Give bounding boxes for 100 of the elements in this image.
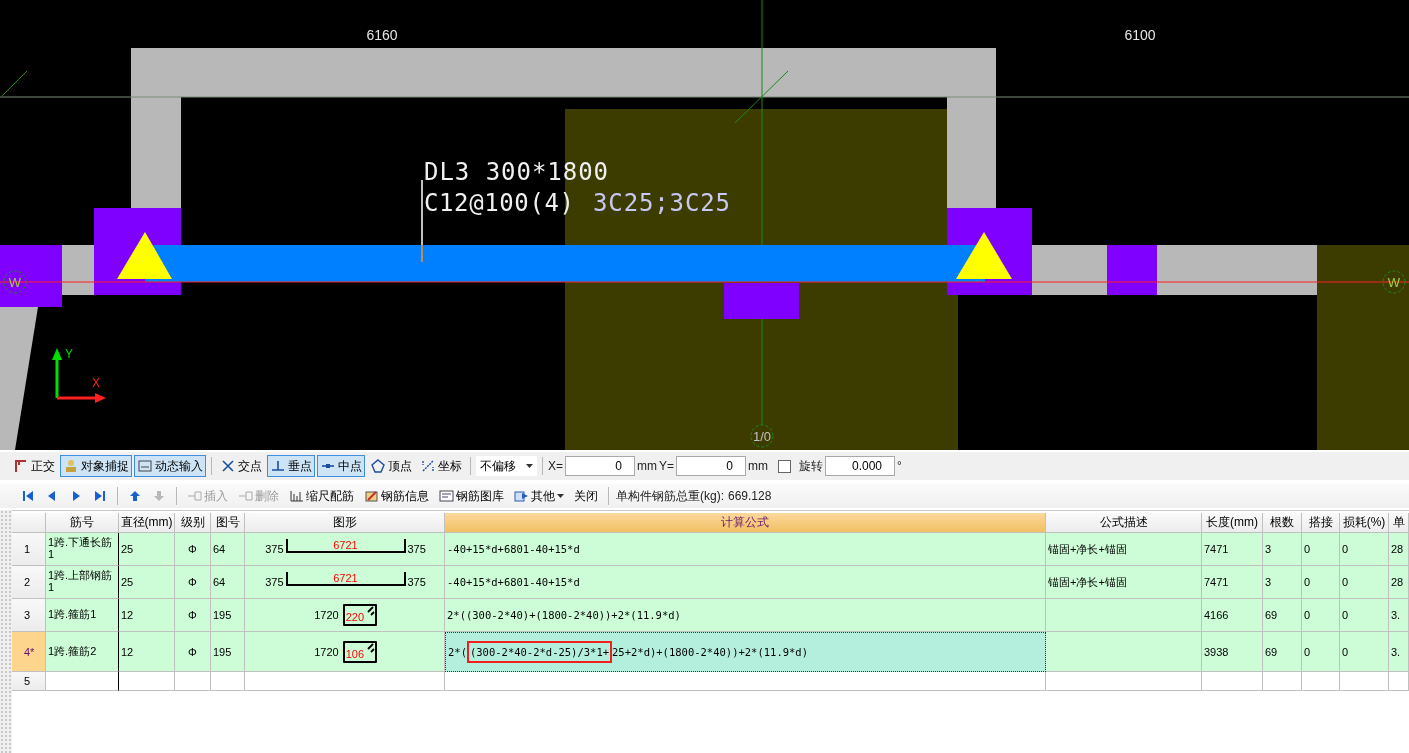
column-header[interactable]: 计算公式 <box>445 513 1046 533</box>
other-menu-button[interactable]: 其他 <box>511 485 567 507</box>
total-weight-label: 单构件钢筋总重(kg): <box>616 487 724 505</box>
x-field[interactable]: 0 <box>565 456 635 476</box>
formula-cell[interactable]: -40+15*d+6801-40+15*d <box>445 533 1046 566</box>
move-up-icon[interactable] <box>128 489 142 503</box>
beam-label: DL3 300*1800 <box>424 158 608 186</box>
formula-text: 2*( (300-2*40-2*d-25)/3*1+ 25+2*d)+(1800-2*40))+2*(11.9*d) <box>448 640 808 664</box>
cell-text: 锚固+净长+锚固 <box>1048 574 1127 590</box>
column-header[interactable]: 长度(mm) <box>1202 513 1263 533</box>
ortho-icon <box>13 458 29 474</box>
export-icon <box>514 489 529 503</box>
dimension-text: 6721 <box>333 572 358 584</box>
cell-text: 12 <box>121 645 134 658</box>
stirrup-drawing: 220 <box>342 604 377 626</box>
cell-text: 25 <box>121 576 134 588</box>
dynamic-input-button[interactable]: 动态输入 <box>134 455 206 477</box>
formula-cell[interactable]: 2*( (300-2*40-2*d-25)/3*1+ 25+2*d)+(1800-2*40))+2*(11.9*d) <box>445 632 1046 672</box>
column-header[interactable]: 图号 <box>211 513 245 533</box>
cell-text: 7471 <box>1204 576 1229 588</box>
intersection-snap-button[interactable]: 交点 <box>217 455 265 477</box>
dimension-text: 375 <box>407 543 426 555</box>
dimension-label: 6100 <box>1124 27 1156 43</box>
column-header[interactable]: 直径(mm) <box>119 513 175 533</box>
ortho-button[interactable]: 正交 <box>10 455 58 477</box>
cell-text: 64 <box>213 543 226 555</box>
hand-icon <box>63 458 79 474</box>
row-header[interactable]: 5 <box>12 672 46 691</box>
midpoint-snap-button[interactable]: 中点 <box>317 455 365 477</box>
cell-text: 3 <box>1265 543 1272 555</box>
tick-mark <box>1 70 28 97</box>
coordinate-icon <box>420 458 436 474</box>
caret-icon <box>557 494 564 498</box>
cell-text: Φ <box>188 609 197 621</box>
column-header[interactable]: 公式描述 <box>1046 513 1202 533</box>
dimension-text: 6721 <box>333 539 358 551</box>
cell-text: 3. <box>1391 609 1401 621</box>
last-icon[interactable] <box>93 489 107 503</box>
rotate-checkbox[interactable] <box>778 459 792 473</box>
dimension-text: 1720 <box>314 609 339 621</box>
cell-text: 0 <box>1342 645 1349 658</box>
row-header[interactable]: 1 <box>12 533 46 566</box>
formula-cell[interactable]: 2*((300-2*40)+(1800-2*40))+2*(11.9*d) <box>445 599 1046 632</box>
support-triangle <box>117 232 172 279</box>
cell-text: 3 <box>1265 576 1272 588</box>
close-button[interactable]: 关闭 <box>571 485 601 507</box>
cell-text: 7471 <box>1204 543 1229 555</box>
cell-text: 195 <box>213 645 232 658</box>
dimension-text: 375 <box>407 576 426 588</box>
resize-grip[interactable] <box>0 510 12 753</box>
column-header[interactable]: 搭接 <box>1302 513 1340 533</box>
total-weight-value: 669.128 <box>728 489 772 503</box>
first-icon[interactable] <box>21 489 35 503</box>
coordinate-button[interactable]: 坐标 <box>417 455 465 477</box>
dimension-text: 1720 <box>314 645 339 658</box>
rebar-info-icon <box>364 489 379 503</box>
row-header[interactable]: 3 <box>12 599 46 632</box>
vertex-snap-button[interactable]: 顶点 <box>367 455 415 477</box>
column-header[interactable]: 根数 <box>1263 513 1302 533</box>
dimension-text: 375 <box>265 543 284 555</box>
row-header[interactable]: 2 <box>12 566 46 599</box>
cell-text: 195 <box>213 609 232 621</box>
bar-chart-icon <box>289 489 304 503</box>
rebar-info-button[interactable]: 钢筋信息 <box>361 485 432 507</box>
column-header[interactable]: 级别 <box>175 513 211 533</box>
formula-text: 2*((300-2*40)+(1800-2*40))+2*(11.9*d) <box>447 608 681 623</box>
offset-dropdown[interactable]: 不偏移 <box>476 456 537 476</box>
rotate-field[interactable]: 0.000 <box>825 456 896 476</box>
column-header[interactable]: 筋号 <box>46 513 119 533</box>
cell-text: 0 <box>1304 645 1311 658</box>
cell-text: 1跨.箍筋1 <box>48 609 97 621</box>
cell-text: 25 <box>121 543 134 555</box>
degree-label: ° <box>897 459 902 473</box>
cell-text: Φ <box>188 576 197 588</box>
cell-text: 0 <box>1304 609 1311 621</box>
cell-text: Φ <box>188 543 197 555</box>
scale-rebar-button[interactable]: 缩尺配筋 <box>286 485 357 507</box>
unit-label: mm <box>637 459 657 473</box>
object-snap-button[interactable]: 对象捕捉 <box>60 455 132 477</box>
pentagon-icon <box>370 458 386 474</box>
column-header[interactable]: 单 <box>1389 513 1409 533</box>
perpendicular-snap-button[interactable]: 垂点 <box>267 455 315 477</box>
formula-cell[interactable]: -40+15*d+6801-40+15*d <box>445 566 1046 599</box>
support-triangle <box>956 232 1012 279</box>
delete-icon <box>238 489 253 503</box>
rebar-library-button[interactable]: 钢筋图库 <box>436 485 507 507</box>
y-field[interactable]: 0 <box>676 456 747 476</box>
insert-icon <box>187 489 202 503</box>
row-header[interactable]: 4* <box>12 632 46 672</box>
cell-text: 28 <box>1391 576 1404 588</box>
formula-text: -40+15*d+6801-40+15*d <box>447 575 580 590</box>
column-header[interactable]: 图形 <box>245 513 445 533</box>
table-icon <box>439 489 454 503</box>
y-label: Y= <box>659 459 675 473</box>
tick-mark <box>734 70 789 124</box>
formula-text: -40+15*d+6801-40+15*d <box>447 542 580 557</box>
rotate-label: 旋转 <box>799 457 824 475</box>
column-header[interactable]: 损耗(%) <box>1340 513 1389 533</box>
cell-text: 0 <box>1342 543 1349 555</box>
cell-text: 3938 <box>1204 645 1229 658</box>
